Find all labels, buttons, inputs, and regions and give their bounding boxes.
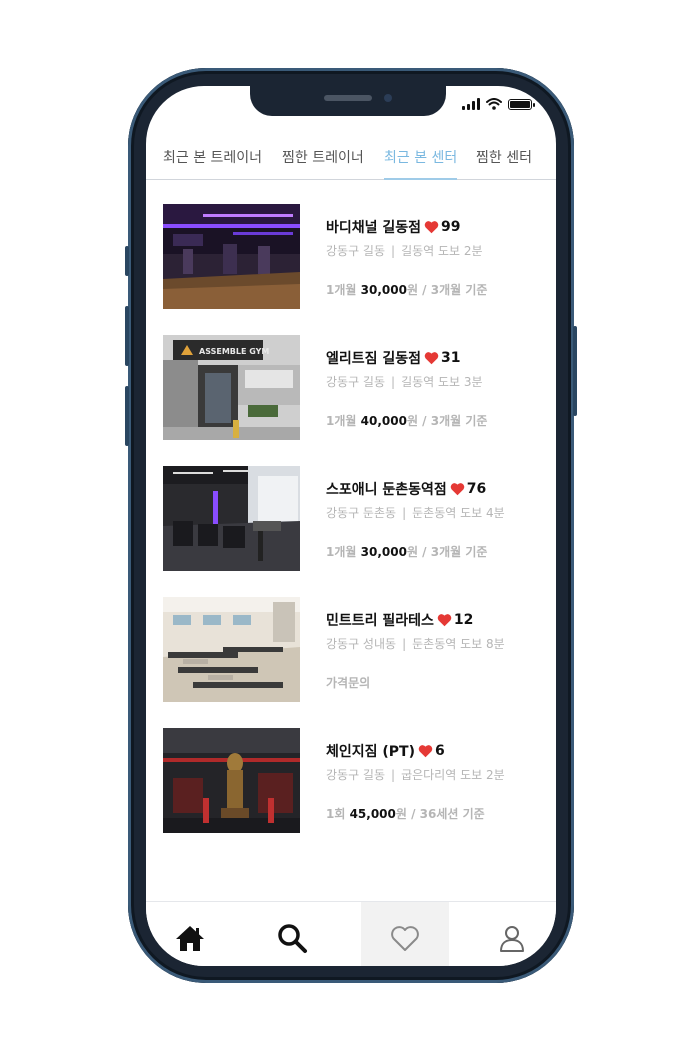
center-photo: ASSEMBLE GYM bbox=[163, 335, 300, 440]
pilates-studio-photo bbox=[163, 597, 300, 702]
center-photo bbox=[163, 466, 300, 571]
center-item[interactable]: 민트트리 필라테스 12 강동구 성내동 | 둔촌동역 도보 8분 가격문의 bbox=[146, 597, 556, 703]
gym-photo-neon bbox=[163, 204, 300, 309]
heart-icon bbox=[418, 745, 433, 758]
center-location: 강동구 길동 | 굽은다리역 도보 2분 bbox=[326, 768, 505, 782]
gym-photo-treadmills bbox=[163, 466, 300, 571]
wifi-icon bbox=[486, 98, 502, 110]
center-name: 민트트리 필라테스 bbox=[326, 613, 434, 629]
status-bar bbox=[462, 98, 535, 110]
like-count: 6 bbox=[435, 743, 445, 759]
tab-liked-centers[interactable]: 찜한 센터 bbox=[476, 146, 532, 180]
heart-icon bbox=[450, 483, 465, 496]
center-price: 가격문의 bbox=[326, 676, 371, 690]
center-item[interactable]: 바디채널 길동점 99 강동구 길동 | 길동역 도보 2분 1개월 30,000원… bbox=[146, 204, 556, 310]
center-name: 바디채널 길동점 bbox=[326, 220, 422, 236]
center-price: 1회 45,000원 / 36세션 기준 bbox=[326, 807, 485, 821]
nav-profile[interactable] bbox=[468, 902, 556, 966]
heart-outline-icon bbox=[391, 926, 419, 951]
gym-sign-text: ASSEMBLE GYM bbox=[199, 347, 269, 356]
center-name: 엘리트짐 길동점 bbox=[326, 351, 422, 367]
tab-recent-trainers[interactable]: 최근 본 트레이너 bbox=[163, 146, 262, 180]
screen: 최근 본 트레이너 찜한 트레이너 최근 본 센터 찜한 센터 바디채널 길동점… bbox=[146, 86, 556, 966]
search-icon bbox=[278, 924, 307, 953]
center-location: 강동구 길동 | 길동역 도보 2분 bbox=[326, 244, 483, 258]
speaker bbox=[324, 95, 372, 101]
center-price: 1개월 30,000원 / 3개월 기준 bbox=[326, 283, 488, 297]
center-location: 강동구 둔촌동 | 둔촌동역 도보 4분 bbox=[326, 506, 505, 520]
like-count: 31 bbox=[441, 350, 461, 366]
like-count: 99 bbox=[441, 219, 461, 235]
center-name: 스포애니 둔촌동역점 bbox=[326, 482, 447, 498]
battery-icon bbox=[508, 98, 535, 110]
center-item[interactable]: ASSEMBLE GYM 엘리트짐 길동점 31 강동구 길동 | 길동역 도보… bbox=[146, 335, 556, 441]
center-item[interactable]: 체인지짐 (PT) 6 강동구 길동 | 굽은다리역 도보 2분 1회 45,000… bbox=[146, 728, 556, 834]
tab-recent-centers[interactable]: 최근 본 센터 bbox=[384, 146, 458, 180]
center-photo bbox=[163, 204, 300, 309]
bottom-nav bbox=[146, 901, 556, 966]
heart-icon bbox=[424, 352, 439, 365]
gym-photo-storefront: ASSEMBLE GYM bbox=[163, 335, 300, 440]
nav-home[interactable] bbox=[146, 902, 234, 966]
phone-silent-switch bbox=[125, 246, 129, 276]
notch bbox=[250, 86, 446, 116]
center-name: 체인지짐 (PT) bbox=[326, 744, 416, 760]
center-photo bbox=[163, 597, 300, 702]
cellular-signal-icon bbox=[462, 98, 480, 110]
nav-favorites[interactable] bbox=[361, 902, 449, 966]
like-count: 76 bbox=[466, 481, 487, 497]
phone-power-button bbox=[573, 326, 577, 416]
home-icon bbox=[176, 926, 204, 951]
tab-liked-trainers[interactable]: 찜한 트레이너 bbox=[282, 146, 364, 180]
phone-volume-up bbox=[125, 306, 129, 366]
center-item[interactable]: 스포애니 둔촌동역점 76 강동구 둔촌동 | 둔촌동역 도보 4분 1개월 30,… bbox=[146, 466, 556, 572]
heart-icon bbox=[424, 221, 439, 234]
nav-search[interactable] bbox=[248, 902, 336, 966]
gym-photo-statue bbox=[163, 728, 300, 833]
phone-volume-down bbox=[125, 386, 129, 446]
center-location: 강동구 성내동 | 둔촌동역 도보 8분 bbox=[326, 637, 505, 651]
tab-bar: 최근 본 트레이너 찜한 트레이너 최근 본 센터 찜한 센터 bbox=[146, 146, 556, 180]
center-price: 1개월 40,000원 / 3개월 기준 bbox=[326, 414, 488, 428]
like-count: 12 bbox=[453, 612, 474, 628]
center-price: 1개월 30,000원 / 3개월 기준 bbox=[326, 545, 488, 559]
heart-icon bbox=[437, 614, 452, 627]
front-camera bbox=[384, 94, 392, 102]
center-photo bbox=[163, 728, 300, 833]
center-location: 강동구 길동 | 길동역 도보 3분 bbox=[326, 375, 483, 389]
user-icon bbox=[500, 926, 524, 952]
